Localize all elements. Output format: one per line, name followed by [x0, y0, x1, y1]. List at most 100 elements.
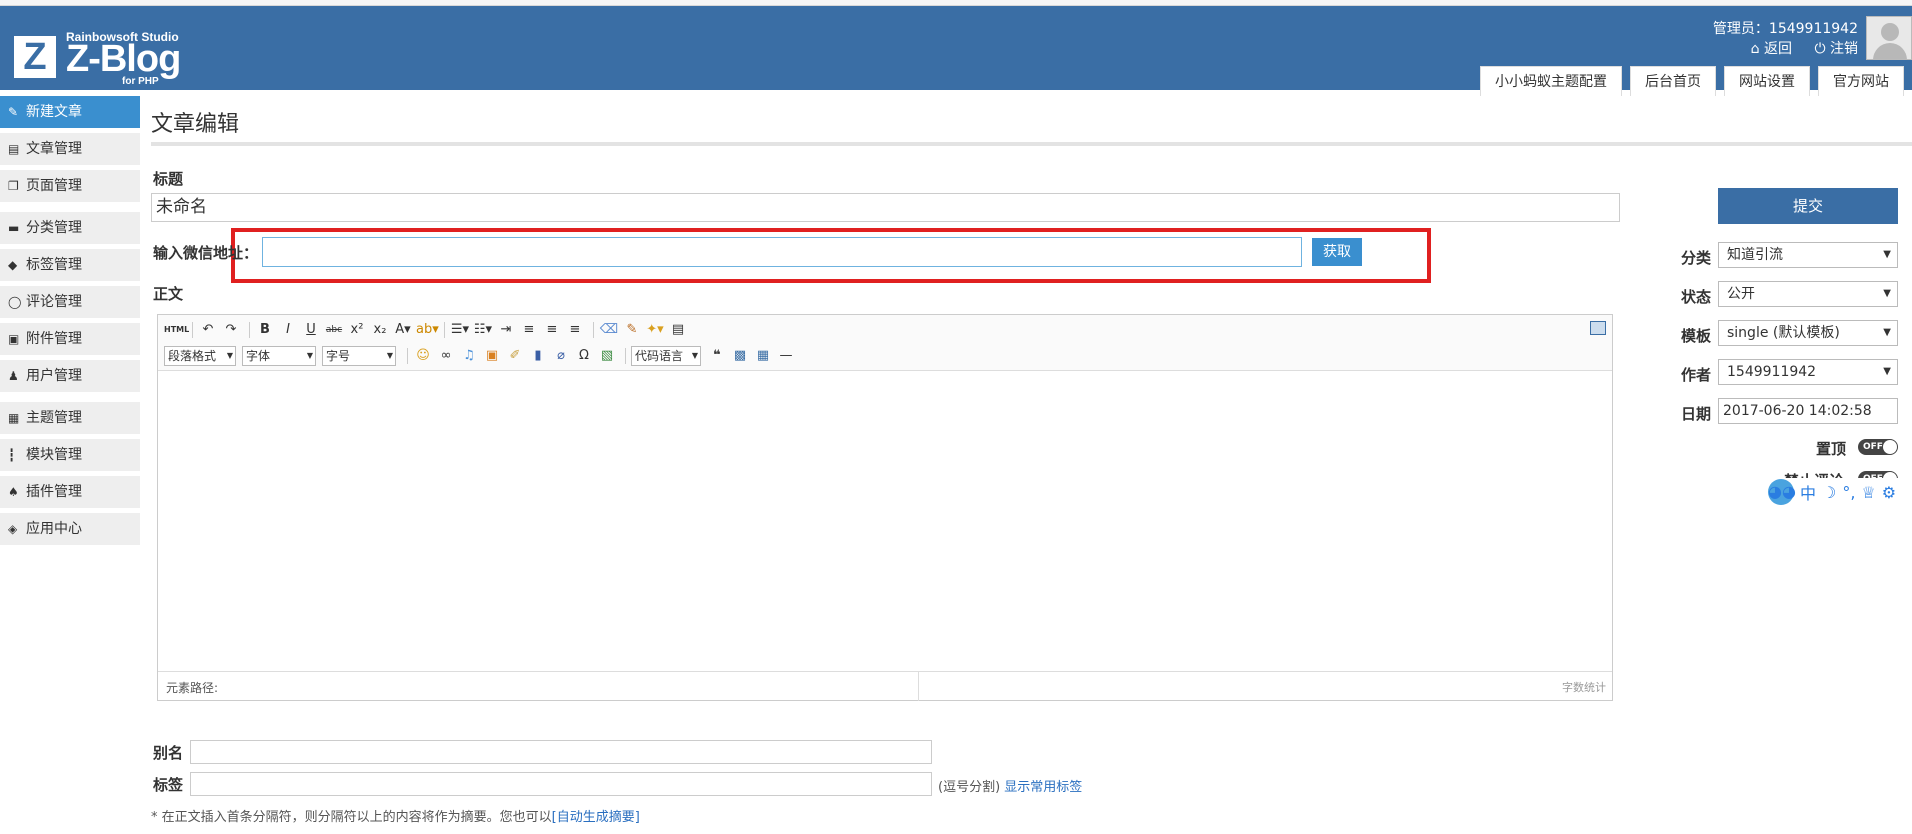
sidebar-item-page-manage[interactable]: ❐ 页面管理: [0, 170, 140, 202]
gear-icon[interactable]: ⚙: [1882, 483, 1896, 502]
sidebar-item-app-center[interactable]: ◈ 应用中心: [0, 513, 140, 545]
app-center-icon: ◈: [8, 522, 18, 536]
superscript-icon[interactable]: x²: [347, 320, 367, 340]
logout-link[interactable]: ⏻ 注销: [1814, 41, 1858, 57]
zblog-logo[interactable]: Z Rainbowsoft Studio Z-Blog for PHP: [14, 24, 194, 88]
tags-input[interactable]: [190, 772, 932, 796]
sidebar-item-category-manage[interactable]: ▬ 分类管理: [0, 212, 140, 244]
plugin-icon: ♠: [8, 485, 19, 499]
alias-input[interactable]: [190, 740, 932, 764]
template-select[interactable]: single (默认模板): [1718, 320, 1898, 346]
tab-admin-home[interactable]: 后台首页: [1630, 66, 1716, 96]
sidebar-item-new-article[interactable]: ✎ 新建文章: [0, 96, 140, 128]
indent-icon[interactable]: ⇥: [496, 320, 516, 340]
redo-icon[interactable]: ↷: [221, 320, 241, 340]
sidebar-item-theme-manage[interactable]: ▦ 主题管理: [0, 402, 140, 434]
ordered-list-icon[interactable]: ☰▾: [450, 320, 470, 340]
image-manager-icon[interactable]: ▧: [597, 346, 617, 366]
html-source-button[interactable]: HTML: [164, 320, 189, 340]
editor-statusbar: 元素路径: 字数统计: [158, 671, 1612, 701]
punctuation-icon[interactable]: °,: [1842, 483, 1855, 502]
author-select[interactable]: 1549911942: [1718, 359, 1898, 385]
sidebar-item-comment-manage[interactable]: ◯ 评论管理: [0, 286, 140, 318]
fetch-button[interactable]: 获取: [1312, 238, 1362, 266]
paragraph-format-select[interactable]: 段落格式: [164, 346, 236, 366]
blockquote-icon[interactable]: ❝: [707, 346, 727, 366]
code-language-select[interactable]: 代码语言: [631, 346, 701, 366]
auto-summary-link[interactable]: [自动生成摘要]: [552, 810, 640, 825]
sidebar-item-label: 分类管理: [26, 220, 82, 236]
category-select[interactable]: 知道引流: [1718, 242, 1898, 268]
attachment-insert-icon[interactable]: ⌀: [551, 346, 571, 366]
tab-site-settings[interactable]: 网站设置: [1724, 66, 1810, 96]
wechat-url-input[interactable]: [262, 237, 1302, 267]
unordered-list-icon[interactable]: ☷▾: [473, 320, 493, 340]
align-center-icon[interactable]: ≡: [542, 320, 562, 340]
sidebar-item-module-manage[interactable]: ┇ 模块管理: [0, 439, 140, 471]
insert-image-icon[interactable]: ▣: [482, 346, 502, 366]
title-input[interactable]: 未命名: [151, 193, 1620, 222]
show-common-tags-link[interactable]: 显示常用标签: [1004, 780, 1082, 795]
video-icon[interactable]: ▮: [528, 346, 548, 366]
ime-mode-label[interactable]: 中: [1800, 480, 1816, 504]
top-nav-tabs: 小小蚂蚁主题配置 后台首页 网站设置 官方网站: [1472, 66, 1904, 96]
page-icon: ❐: [8, 179, 19, 193]
page-title: 文章编辑: [151, 112, 240, 137]
sidebar-item-label: 新建文章: [26, 104, 82, 120]
align-right-icon[interactable]: ≡: [565, 320, 585, 340]
editor-toolbar: HTML ↶ ↷ B I U abc x² x₂ A▾ ab▾ ☰▾ ☷▾ ⇥ …: [158, 315, 1612, 371]
moon-icon[interactable]: ☽: [1822, 483, 1836, 502]
skin-icon[interactable]: ♕: [1861, 483, 1875, 502]
align-left-icon[interactable]: ≡: [519, 320, 539, 340]
insert-table-icon[interactable]: ▦: [753, 346, 773, 366]
status-label: 状态: [1681, 288, 1712, 306]
sidebar-item-article-manage[interactable]: ▤ 文章管理: [0, 133, 140, 165]
fullscreen-icon[interactable]: [1590, 321, 1606, 335]
word-count-label: 字数统计: [1562, 681, 1606, 694]
category-label: 分类: [1681, 249, 1712, 267]
format-brush-icon[interactable]: ✎: [622, 320, 642, 340]
sidebar-item-tag-manage[interactable]: ◆ 标签管理: [0, 249, 140, 281]
paste-plain-icon[interactable]: ▤: [668, 320, 688, 340]
font-size-select[interactable]: 字号: [322, 346, 396, 366]
date-input[interactable]: 2017-06-20 14:02:58: [1718, 398, 1898, 424]
undo-icon[interactable]: ↶: [198, 320, 218, 340]
date-label: 日期: [1681, 405, 1712, 423]
editor-content-area[interactable]: [158, 371, 1612, 673]
toolbar-separator: [625, 348, 626, 364]
horizontal-rule-icon[interactable]: —: [776, 346, 796, 366]
underline-icon[interactable]: U: [301, 320, 321, 340]
highlight-color-icon[interactable]: ab▾: [416, 320, 439, 340]
auto-format-icon[interactable]: ✦▾: [645, 320, 665, 340]
pin-top-toggle[interactable]: OFF: [1858, 439, 1898, 455]
toolbar-separator: [593, 322, 594, 338]
edit-icon: ✎: [8, 105, 19, 119]
status-select[interactable]: 公开: [1718, 281, 1898, 307]
italic-icon[interactable]: I: [278, 320, 298, 340]
scrawl-icon[interactable]: ✐: [505, 346, 525, 366]
title-label: 标题: [153, 170, 184, 188]
strikethrough-icon[interactable]: abc: [324, 320, 344, 340]
submit-button[interactable]: 提交: [1718, 188, 1898, 224]
subscript-icon[interactable]: x₂: [370, 320, 390, 340]
link-icon[interactable]: ∞: [436, 346, 456, 366]
font-family-select[interactable]: 字体: [242, 346, 316, 366]
tab-theme-config[interactable]: 小小蚂蚁主题配置: [1480, 66, 1622, 96]
tab-official-site[interactable]: 官方网站: [1818, 66, 1904, 96]
font-color-icon[interactable]: A▾: [393, 320, 413, 340]
insert-frame-icon[interactable]: ▩: [730, 346, 750, 366]
theme-icon: ▦: [8, 411, 20, 425]
music-icon[interactable]: ♫: [459, 346, 479, 366]
sidebar-item-attachment-manage[interactable]: ▣ 附件管理: [0, 323, 140, 355]
special-char-icon[interactable]: Ω: [574, 346, 594, 366]
sidebar-item-plugin-manage[interactable]: ♠ 插件管理: [0, 476, 140, 508]
eraser-icon[interactable]: ⌫: [599, 320, 619, 340]
ime-logo-icon[interactable]: ◕◕: [1768, 479, 1796, 505]
back-link[interactable]: ⌂ 返回: [1751, 41, 1792, 57]
admin-header: Z Rainbowsoft Studio Z-Blog for PHP 管理员：…: [0, 6, 1912, 96]
statusbar-divider: [918, 672, 919, 701]
sidebar-item-user-manage[interactable]: ♟ 用户管理: [0, 360, 140, 392]
emoticon-icon[interactable]: ☺: [413, 346, 433, 366]
bold-icon[interactable]: B: [255, 320, 275, 340]
avatar[interactable]: [1866, 16, 1912, 60]
